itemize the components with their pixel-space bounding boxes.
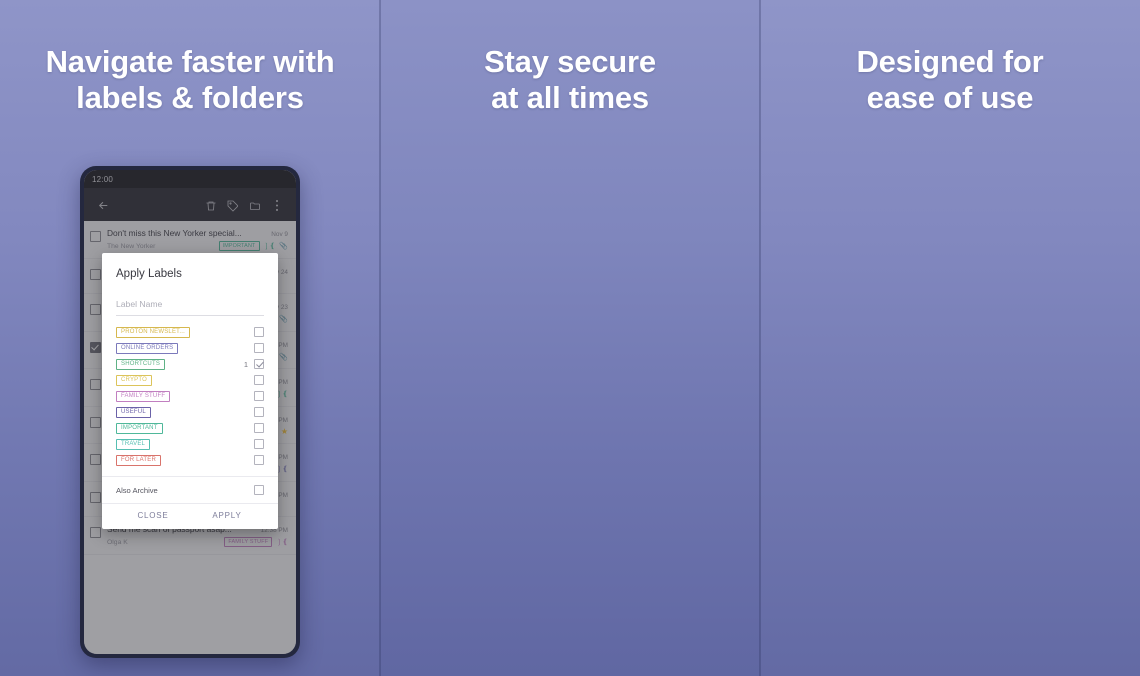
label-chip: SHORTCUTS xyxy=(116,358,166,370)
label-chip: FOR LATER xyxy=(116,454,162,466)
promo-panel-1: Navigate faster with labels & folders 12… xyxy=(0,0,380,676)
list-item[interactable]: TRAVEL xyxy=(102,436,278,452)
label-name-field-wrap xyxy=(102,280,278,316)
label-checkbox[interactable] xyxy=(254,343,264,353)
headline-line-2: labels & folders xyxy=(76,80,304,116)
also-archive-row[interactable]: Also Archive xyxy=(102,477,278,503)
label-chip: CRYPTO xyxy=(116,374,152,386)
headline-line-1: Stay secure xyxy=(484,44,656,79)
also-archive-checkbox[interactable] xyxy=(254,485,264,495)
list-item[interactable]: ONLINE ORDERS xyxy=(102,340,278,356)
headline-line-1: Designed for xyxy=(856,44,1044,79)
label-chip: TRAVEL xyxy=(116,438,151,450)
apply-labels-dialog: Apply Labels PROTON NEWSLET... ONLINE ORD… xyxy=(102,253,278,529)
phone-mockup-labels: 12:00 Don't miss this New Yorker special… xyxy=(80,166,300,658)
label-checkbox[interactable] xyxy=(254,455,264,465)
label-count: 1 xyxy=(243,359,248,369)
also-archive-label: Also Archive xyxy=(116,485,158,495)
label-checkbox[interactable] xyxy=(254,423,264,433)
promo-panel-3: Designed for ease of use 12:00 INBOX xyxy=(760,0,1140,676)
list-item[interactable]: FOR LATER xyxy=(102,452,278,468)
screenshot-root: Navigate faster with labels & folders 12… xyxy=(0,0,1140,676)
label-checkbox[interactable] xyxy=(254,391,264,401)
label-chip: USEFUL xyxy=(116,406,151,418)
list-item[interactable]: CRYPTO xyxy=(102,372,278,388)
list-item[interactable]: SHORTCUTS 1 xyxy=(102,356,278,372)
close-button[interactable]: CLOSE xyxy=(116,511,190,520)
list-item[interactable]: FAMILY STUFF xyxy=(102,388,278,404)
label-checkbox[interactable] xyxy=(254,439,264,449)
headline-line-2: ease of use xyxy=(866,80,1034,116)
label-chip: ONLINE ORDERS xyxy=(116,342,179,354)
label-name-input[interactable] xyxy=(116,299,264,316)
panel-divider-1 xyxy=(379,0,381,676)
panel-divider-2 xyxy=(759,0,761,676)
label-options-list[interactable]: PROTON NEWSLET... ONLINE ORDERS SHORTCUTS 1… xyxy=(102,324,278,468)
headline-line-1: Navigate faster with xyxy=(45,44,335,79)
list-item[interactable]: IMPORTANT xyxy=(102,420,278,436)
label-checkbox[interactable] xyxy=(254,407,264,417)
label-chip: PROTON NEWSLET... xyxy=(116,326,190,338)
dialog-title: Apply Labels xyxy=(116,268,182,280)
phone1-screen: 12:00 Don't miss this New Yorker special… xyxy=(84,170,296,654)
panel-3-headline: Designed for ease of use xyxy=(760,44,1140,117)
promo-panel-2: Stay secure at all times 12:00 Enter PIN… xyxy=(380,0,760,676)
label-checkbox[interactable] xyxy=(254,327,264,337)
label-checkbox[interactable] xyxy=(254,359,264,369)
label-checkbox[interactable] xyxy=(254,375,264,385)
apply-button[interactable]: APPLY xyxy=(190,511,264,520)
dialog-actions: CLOSE APPLY xyxy=(102,503,278,529)
panel-2-headline: Stay secure at all times xyxy=(380,44,760,117)
label-chip: IMPORTANT xyxy=(116,422,163,434)
label-chip: FAMILY STUFF xyxy=(116,390,171,402)
headline-line-2: at all times xyxy=(491,80,649,116)
list-item[interactable]: USEFUL xyxy=(102,404,278,420)
panel-1-headline: Navigate faster with labels & folders xyxy=(0,44,380,117)
list-item[interactable]: PROTON NEWSLET... xyxy=(102,324,278,340)
